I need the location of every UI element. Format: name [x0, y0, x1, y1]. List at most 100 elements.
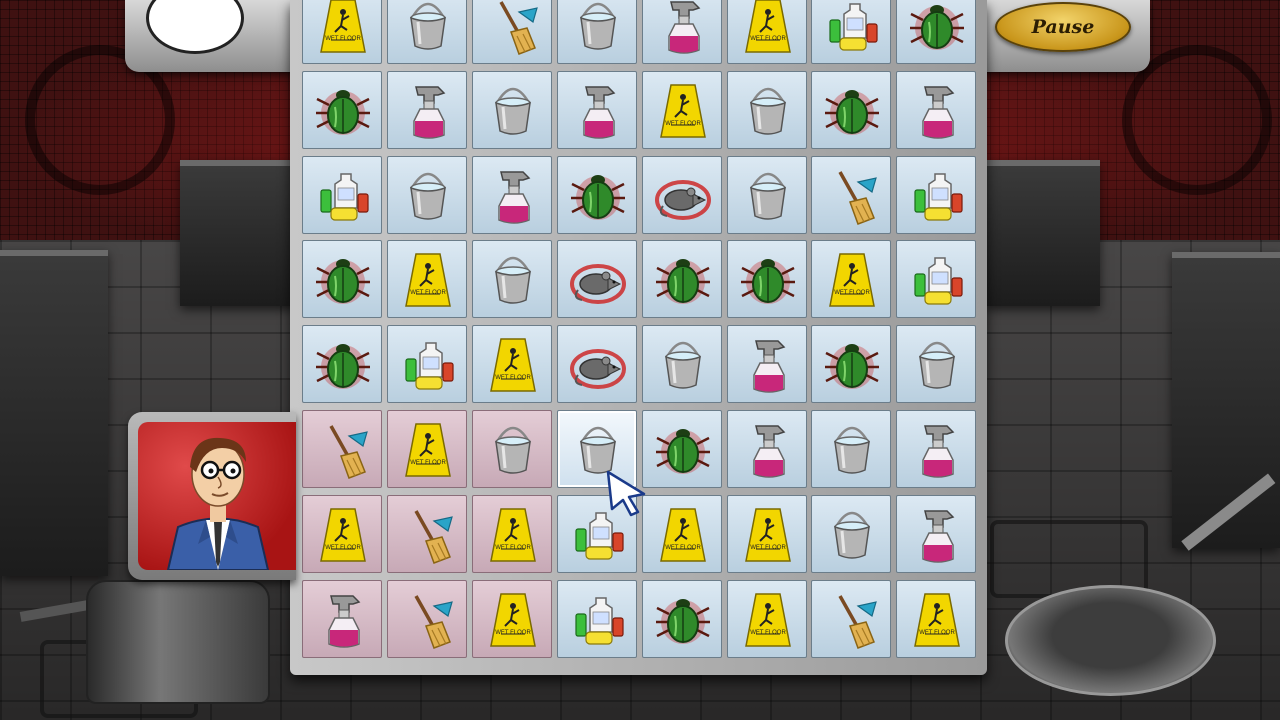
tile-cleaning-supplies[interactable]: [302, 155, 382, 234]
tile-bucket[interactable]: [471, 410, 552, 488]
beetle-icon: [655, 598, 710, 644]
tile-cleaning-supplies[interactable]: [556, 579, 637, 658]
tile-wet-floor-sign[interactable]: WET FLOOR: [641, 70, 722, 149]
tile-spray-bottle[interactable]: [726, 325, 807, 404]
tile-broom[interactable]: [471, 0, 552, 64]
bucket-icon: [664, 341, 701, 389]
tile-cleaning-supplies[interactable]: [386, 325, 467, 404]
tile-bucket[interactable]: [471, 240, 552, 319]
spray-bottle-icon: [922, 510, 955, 563]
svg-text:WET FLOOR: WET FLOOR: [495, 545, 531, 551]
tile-broom[interactable]: [386, 579, 467, 658]
tile-wet-floor-sign[interactable]: WET FLOOR: [726, 0, 807, 64]
wet-floor-sign-icon: WET FLOOR: [744, 592, 791, 647]
svg-text:WET FLOOR: WET FLOOR: [750, 630, 786, 636]
rat-icon: [569, 349, 626, 390]
tile-spray-bottle[interactable]: [726, 410, 807, 488]
broom-icon: [838, 594, 878, 649]
tile-spray-bottle[interactable]: [896, 70, 977, 149]
tile-rat[interactable]: [641, 155, 722, 234]
beetle-icon: [316, 259, 370, 305]
tile-spray-bottle[interactable]: [896, 410, 977, 488]
tile-broom[interactable]: [811, 155, 892, 234]
tile-rat[interactable]: [556, 325, 637, 404]
tile-wet-floor-sign[interactable]: WET FLOOR: [302, 494, 382, 573]
beetle-icon: [655, 259, 710, 305]
tile-bucket[interactable]: [556, 0, 637, 64]
tile-bucket[interactable]: [811, 494, 892, 573]
wet-floor-sign-icon: WET FLOOR: [489, 338, 536, 392]
tile-bucket[interactable]: [896, 325, 977, 404]
bucket-icon: [409, 2, 446, 50]
tile-bucket[interactable]: [726, 155, 807, 234]
tile-bucket[interactable]: [726, 70, 807, 149]
tile-beetle[interactable]: [641, 240, 722, 319]
tile-beetle[interactable]: [726, 240, 807, 319]
tile-wet-floor-sign[interactable]: WET FLOOR: [302, 0, 382, 64]
frying-pan: [1005, 585, 1216, 696]
counter-left-back: [180, 160, 300, 306]
tile-broom[interactable]: [386, 494, 467, 573]
wet-floor-sign-icon: WET FLOOR: [659, 84, 706, 138]
tile-cleaning-supplies[interactable]: [896, 155, 977, 234]
tile-beetle[interactable]: [811, 325, 892, 404]
tile-bucket[interactable]: [556, 410, 637, 488]
tile-grid: WET FLOOR WET FLOOR WET FLOOR WET FLOOR …: [302, 0, 978, 667]
tile-wet-floor-sign[interactable]: WET FLOOR: [896, 579, 977, 658]
tile-spray-bottle[interactable]: [302, 579, 382, 658]
cleaning-supplies-icon: [575, 512, 624, 560]
tile-wet-floor-sign[interactable]: WET FLOOR: [726, 579, 807, 658]
bucket-icon: [749, 87, 786, 135]
tile-bucket[interactable]: [386, 0, 467, 64]
tile-spray-bottle[interactable]: [471, 155, 552, 234]
tile-beetle[interactable]: [641, 579, 722, 658]
tile-spray-bottle[interactable]: [556, 70, 637, 149]
pause-button[interactable]: Pause: [995, 2, 1131, 52]
beetle-icon: [910, 5, 965, 50]
tile-wet-floor-sign[interactable]: WET FLOOR: [471, 494, 552, 573]
tile-bucket[interactable]: [471, 70, 552, 149]
tile-beetle[interactable]: [896, 0, 977, 64]
bucket-icon: [919, 341, 956, 389]
tile-rat[interactable]: [556, 240, 637, 319]
tile-wet-floor-sign[interactable]: WET FLOOR: [471, 579, 552, 658]
tile-beetle[interactable]: [811, 70, 892, 149]
tile-bucket[interactable]: [811, 410, 892, 488]
tile-beetle[interactable]: [641, 410, 722, 488]
tile-spray-bottle[interactable]: [896, 494, 977, 573]
bucket-icon: [749, 172, 786, 220]
tile-wet-floor-sign[interactable]: WET FLOOR: [386, 410, 467, 488]
svg-text:WET FLOOR: WET FLOOR: [750, 545, 786, 551]
broom-icon: [329, 425, 368, 479]
tile-beetle[interactable]: [302, 325, 382, 404]
cooking-pot: [86, 580, 270, 704]
tile-bucket[interactable]: [641, 325, 722, 404]
tile-cleaning-supplies[interactable]: [556, 494, 637, 573]
tile-spray-bottle[interactable]: [386, 70, 467, 149]
spray-bottle-icon: [752, 425, 785, 478]
tile-beetle[interactable]: [556, 155, 637, 234]
tile-cleaning-supplies[interactable]: [896, 240, 977, 319]
broom-icon: [414, 594, 453, 649]
tile-broom[interactable]: [302, 410, 382, 488]
svg-text:WET FLOOR: WET FLOOR: [325, 36, 361, 42]
beetle-icon: [655, 429, 710, 474]
tile-broom[interactable]: [811, 579, 892, 658]
tile-wet-floor-sign[interactable]: WET FLOOR: [641, 494, 722, 573]
svg-text:WET FLOOR: WET FLOOR: [835, 290, 871, 296]
tile-wet-floor-sign[interactable]: WET FLOOR: [471, 325, 552, 404]
wet-floor-sign-icon: WET FLOOR: [404, 423, 451, 477]
tile-wet-floor-sign[interactable]: WET FLOOR: [386, 240, 467, 319]
tile-bucket[interactable]: [386, 155, 467, 234]
tile-spray-bottle[interactable]: [641, 0, 722, 64]
tile-wet-floor-sign[interactable]: WET FLOOR: [811, 240, 892, 319]
tile-beetle[interactable]: [302, 240, 382, 319]
beetle-icon: [316, 89, 370, 135]
wet-floor-sign-icon: WET FLOOR: [489, 508, 536, 562]
tile-cleaning-supplies[interactable]: [811, 0, 892, 64]
tile-wet-floor-sign[interactable]: WET FLOOR: [726, 494, 807, 573]
spray-bottle-icon: [752, 340, 785, 393]
broom-icon: [499, 1, 538, 55]
wet-floor-sign-icon: WET FLOOR: [404, 253, 451, 308]
tile-beetle[interactable]: [302, 70, 382, 149]
